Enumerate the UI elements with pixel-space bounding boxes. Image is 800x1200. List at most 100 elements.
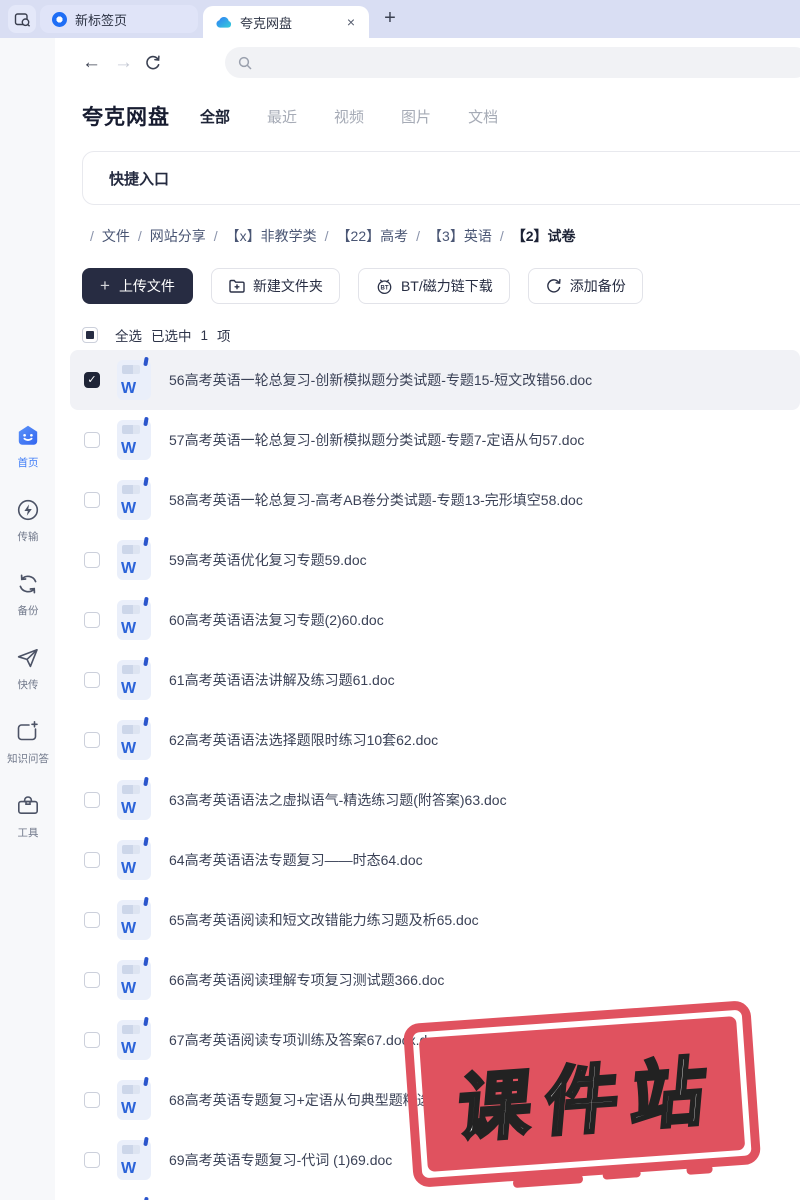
file-name: 67高考英语阅读专项训练及答案67.docx.doc (169, 1032, 443, 1048)
back-icon[interactable]: ← (82, 50, 101, 76)
add-backup-button[interactable]: 添加备份 (527, 268, 643, 304)
page-title: 夸克网盘 (82, 106, 170, 129)
sidebar-item-label: 备份 (17, 605, 38, 617)
sidebar-item-tools[interactable]: 工具 (0, 793, 55, 840)
select-all-checkbox[interactable] (82, 327, 98, 343)
tab-search-icon (14, 11, 31, 28)
stamp-text: 课件站 (453, 1047, 724, 1152)
file-row[interactable]: W 61高考英语语法讲解及练习题61.doc (70, 650, 800, 710)
file-checkbox[interactable] (84, 492, 100, 508)
breadcrumb-item[interactable]: / 【3】英语 (408, 226, 492, 246)
file-row[interactable]: W 57高考英语一轮总复习-创新模拟题分类试题-专题7-定语从句57.doc (70, 410, 800, 470)
file-row[interactable]: W 56高考英语一轮总复习-创新模拟题分类试题-专题15-短文改错56.doc (70, 350, 800, 410)
file-checkbox[interactable] (84, 1092, 100, 1108)
refresh-icon[interactable] (143, 53, 163, 73)
address-search-input[interactable] (261, 55, 798, 70)
select-all-label[interactable]: 全选 (115, 325, 142, 345)
file-row[interactable]: W 66高考英语阅读理解专项复习测试题366.doc (70, 950, 800, 1010)
file-checkbox[interactable] (84, 372, 100, 388)
file-checkbox[interactable] (84, 1032, 100, 1048)
folder-plus-icon (228, 278, 246, 294)
breadcrumb-item[interactable]: / 【2】试卷 (492, 226, 576, 246)
backup-refresh-icon (545, 277, 563, 295)
file-checkbox[interactable] (84, 852, 100, 868)
file-checkbox[interactable] (84, 552, 100, 568)
stamp-background: 课件站 (418, 1016, 746, 1172)
sidebar-item-home[interactable]: 首页 (0, 423, 55, 470)
file-row[interactable]: W 58高考英语一轮总复习-高考AB卷分类试题-专题13-完形填空58.doc (70, 470, 800, 530)
sidebar-item-knowledge-qa[interactable]: 知识问答 (0, 719, 55, 766)
file-checkbox[interactable] (84, 672, 100, 688)
word-doc-icon: W (117, 476, 151, 520)
filter-tab[interactable]: 最近 (267, 106, 297, 127)
word-doc-icon: W (117, 656, 151, 700)
selection-bar: 全选 已选中 1 项 (82, 325, 800, 345)
file-name: 62高考英语语法选择题限时练习10套62.doc (169, 732, 439, 748)
word-doc-icon: W (117, 956, 151, 1000)
quick-entry-card[interactable]: 快捷入口 (82, 151, 800, 205)
file-row[interactable]: W 65高考英语阅读和短文改错能力练习题及析65.doc (70, 890, 800, 950)
sidebar: 首页 传输 备份 快传 知识问答 工具 (0, 38, 55, 1200)
breadcrumb-separator: / (90, 228, 94, 244)
sidebar-item-quick-send[interactable]: 快传 (0, 645, 55, 692)
file-checkbox[interactable] (84, 1152, 100, 1168)
browser-tab-quark-drive[interactable]: 夸克网盘 × (203, 6, 369, 38)
filter-tab[interactable]: 全部 (200, 106, 230, 127)
breadcrumb-item[interactable]: / 文件 (82, 226, 130, 246)
breadcrumb-separator: / (416, 228, 421, 244)
breadcrumb-item[interactable]: / 【x】非教学类 (206, 226, 317, 246)
file-checkbox[interactable] (84, 912, 100, 928)
browser-tab-bar: 新标签页 夸克网盘 × + (0, 0, 800, 38)
file-row[interactable]: W 60高考英语语法复习专题(2)60.doc (70, 590, 800, 650)
new-tab-button[interactable]: + (376, 4, 404, 32)
word-doc-icon: W (117, 1076, 151, 1120)
selected-count: 1 (200, 327, 209, 343)
word-doc-icon: W (117, 356, 151, 400)
forward-icon[interactable]: → (114, 50, 133, 76)
quick-send-icon (15, 645, 41, 671)
file-name: 61高考英语语法讲解及练习题61.doc (169, 672, 395, 688)
file-checkbox[interactable] (84, 732, 100, 748)
tab-title: 新标签页 (75, 12, 128, 28)
file-name: 58高考英语一轮总复习-高考AB卷分类试题-专题13-完形填空58.doc (169, 492, 583, 508)
file-row[interactable]: W 70高考英语专题复习-代词70.doc (70, 1190, 800, 1200)
upload-file-button[interactable]: + 上传文件 (82, 268, 193, 304)
file-name: 65高考英语阅读和短文改错能力练习题及析65.doc (169, 912, 479, 928)
breadcrumb-item[interactable]: / 网站分享 (130, 226, 206, 246)
tab-title: 夸克网盘 (240, 15, 293, 31)
bt-magnet-download-button[interactable]: BT BT/磁力链下载 (357, 268, 510, 304)
file-name: 69高考英语专题复习-代词 (1)69.doc (169, 1152, 393, 1168)
bt-circle-icon: BT (375, 277, 394, 295)
word-doc-icon: W (117, 1016, 151, 1060)
tab-close-icon[interactable]: × (345, 14, 357, 30)
filter-tab[interactable]: 图片 (401, 106, 431, 127)
browser-tab-newtab[interactable]: 新标签页 (40, 5, 198, 33)
sidebar-item-label: 工具 (17, 827, 38, 839)
selected-label: 已选中 (151, 329, 192, 344)
plus-icon: + (100, 276, 110, 295)
file-row[interactable]: W 59高考英语优化复习专题59.doc (70, 530, 800, 590)
tab-search-button[interactable] (8, 5, 36, 33)
file-checkbox[interactable] (84, 792, 100, 808)
file-row[interactable]: W 63高考英语语法之虚拟语气-精选练习题(附答案)63.doc (70, 770, 800, 830)
breadcrumb-item[interactable]: / 【22】高考 (317, 226, 408, 246)
file-name: 56高考英语一轮总复习-创新模拟题分类试题-专题15-短文改错56.doc (169, 372, 593, 388)
search-icon (237, 55, 253, 71)
file-row[interactable]: W 62高考英语语法选择题限时练习10套62.doc (70, 710, 800, 770)
knowledge-qa-icon (15, 719, 41, 745)
filter-tab[interactable]: 视频 (334, 106, 364, 127)
file-row[interactable]: W 64高考英语语法专题复习——时态64.doc (70, 830, 800, 890)
word-doc-icon: W (117, 536, 151, 580)
new-folder-button[interactable]: 新建文件夹 (210, 268, 340, 304)
backup-icon (15, 571, 41, 597)
address-search-bar[interactable] (225, 47, 800, 78)
file-checkbox[interactable] (84, 972, 100, 988)
file-name: 63高考英语语法之虚拟语气-精选练习题(附答案)63.doc (169, 792, 507, 808)
sidebar-item-label: 知识问答 (6, 753, 49, 765)
stamp-ink-mark (686, 1164, 713, 1175)
sidebar-item-transfer[interactable]: 传输 (0, 497, 55, 544)
sidebar-item-backup[interactable]: 备份 (0, 571, 55, 618)
file-checkbox[interactable] (84, 432, 100, 448)
filter-tab[interactable]: 文档 (468, 106, 498, 127)
file-checkbox[interactable] (84, 612, 100, 628)
